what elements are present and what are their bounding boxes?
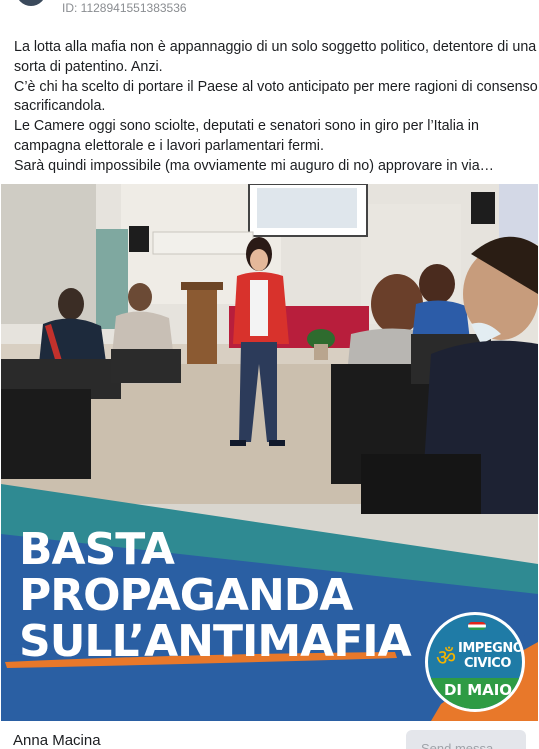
banner-headline-line2: PROPAGANDA [19,570,353,621]
avatar[interactable] [16,0,46,6]
post-text-line: La lotta alla mafia non è appannaggio di… [14,39,537,55]
party-logo: ॐ IMPEGNO CIVICO DI MAIO [425,612,525,712]
post-text-line: Le Camere oggi sono sciolte, deputati e … [14,118,479,135]
post-header: ID: 1128941551383536 [0,0,539,20]
banner-headline-line3: SULL’ANTIMAFIA [19,616,412,667]
send-message-button[interactable]: Send messa [406,730,526,749]
ad-image[interactable]: BASTA PROPAGANDA SULL’ANTIMAFIA ॐ IMPEGN… [1,184,538,721]
author-name[interactable]: Anna Macina [13,732,101,749]
post-text-line: sorta di patentino. Anzi. [14,58,163,75]
post-text: La lotta alla mafia non è appannaggio di… [14,38,539,177]
post-id: ID: 1128941551383536 [62,1,187,15]
logo-text-line1: IMPEGNO [458,641,524,656]
logo-text-line2: CIVICO [464,656,511,671]
butterfly-icon: ॐ [436,645,457,670]
post-text-line: Sarà quindi impossibile (ma ovviamente m… [14,157,494,174]
flag-stripes-icon [468,622,486,630]
post-text-line: C’è chi ha scelto di portare il Paese al… [14,78,539,95]
banner-headline-line1: BASTA [19,524,175,575]
logo-text-line3: DI MAIO [443,681,513,699]
post-text-line: campagna elettorale e i lavori parlament… [14,137,324,154]
ad-card: ID: 1128941551383536 La lotta alla mafia… [0,0,539,749]
ad-footer: Anna Macina Send messa [0,721,539,749]
post-text-line: sacrificandola. [14,98,106,115]
